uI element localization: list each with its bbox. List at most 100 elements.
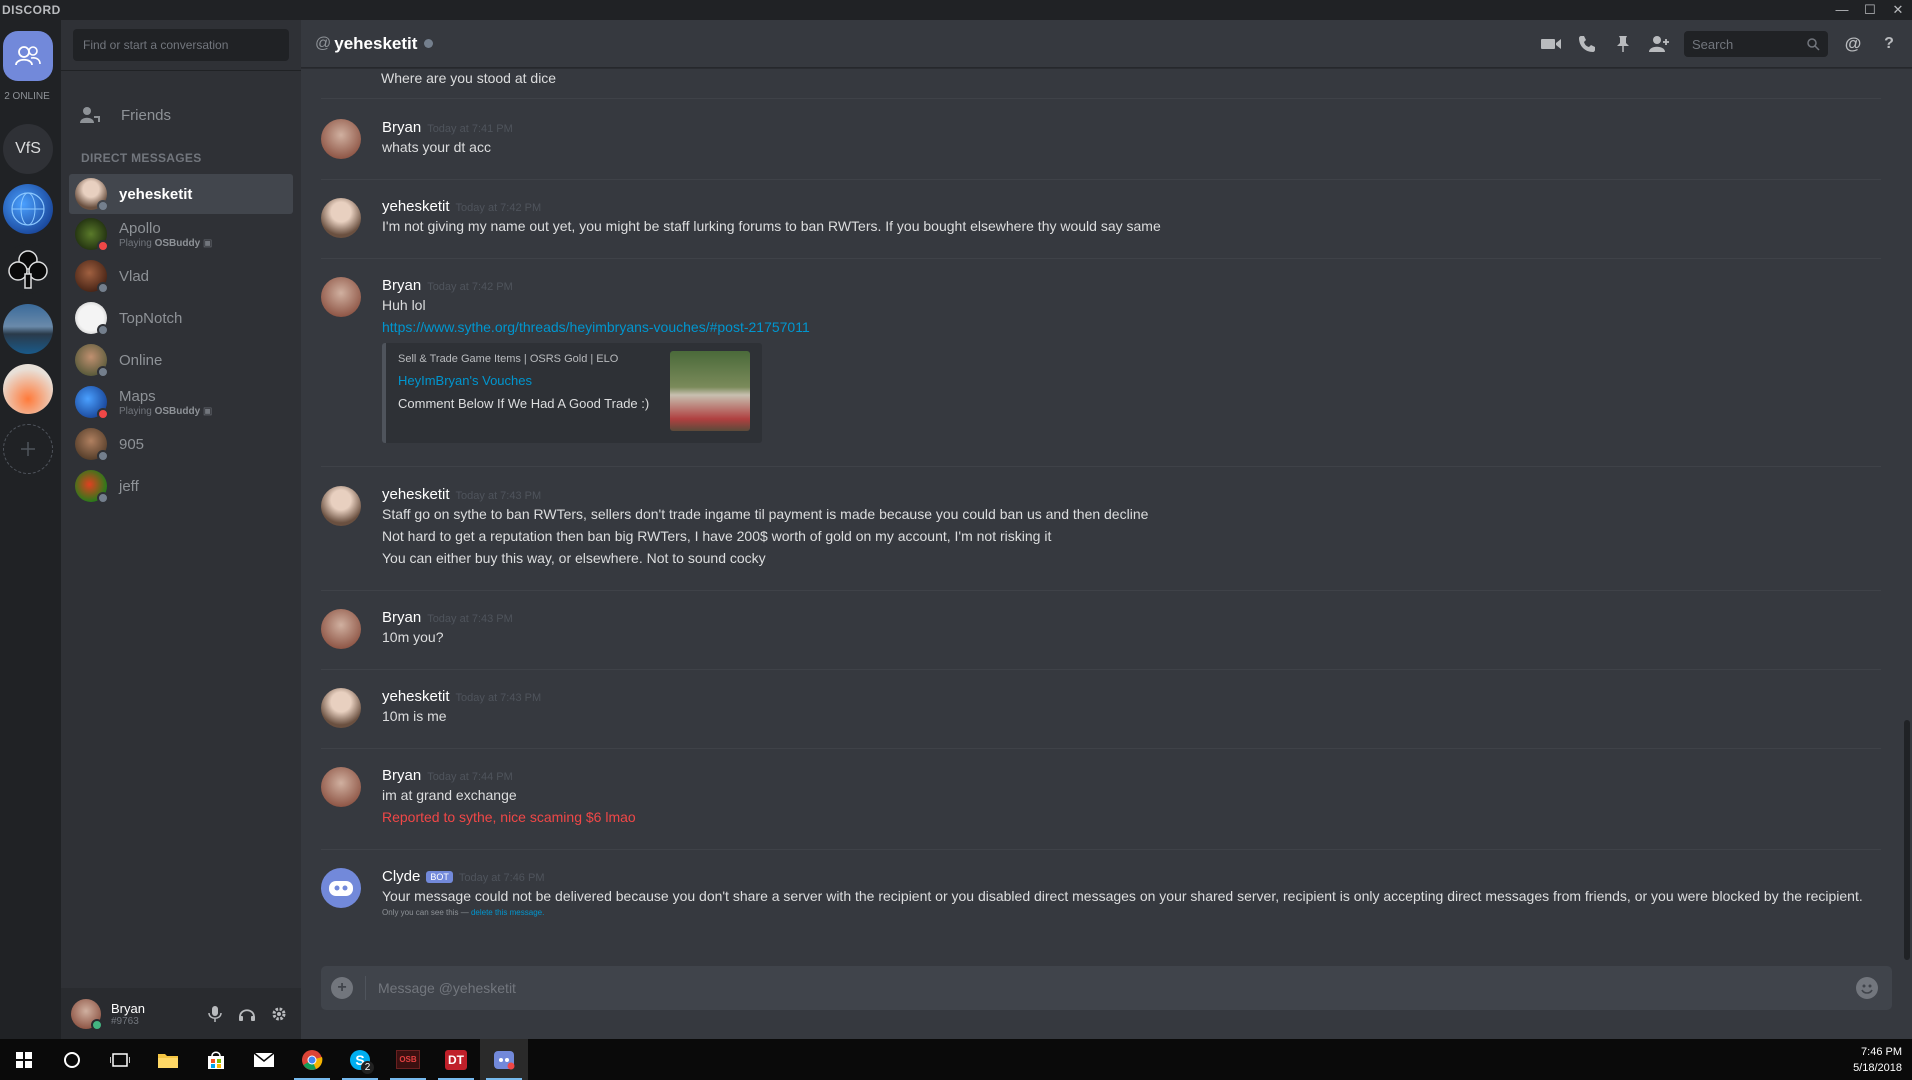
- chat-area: @ yehesketit Search @ ? Where are you st…: [301, 20, 1912, 1039]
- dm-item-topnotch[interactable]: TopNotch: [69, 298, 293, 338]
- message-author[interactable]: Clyde: [382, 868, 420, 885]
- divider: [321, 98, 1881, 99]
- avatar[interactable]: [321, 198, 361, 238]
- store-bag-icon: [208, 1051, 224, 1069]
- avatar: [75, 260, 109, 294]
- message-author[interactable]: Bryan: [382, 609, 421, 626]
- message-timestamp: Today at 7:46 PM: [458, 872, 545, 884]
- status-offline-icon: [97, 324, 109, 336]
- avatar[interactable]: [321, 609, 361, 649]
- divider: [321, 849, 1881, 850]
- user-avatar[interactable]: [71, 998, 103, 1031]
- status-offline-icon: [424, 39, 434, 48]
- video-call-button[interactable]: [1540, 33, 1562, 55]
- search-icon: [1807, 37, 1820, 51]
- clock-date: 5/18/2018: [1853, 1061, 1902, 1074]
- dm-name: Maps: [119, 387, 156, 405]
- avatar[interactable]: [321, 486, 361, 526]
- avatar[interactable]: [321, 119, 361, 159]
- system-clock[interactable]: 7:46 PM 5/18/2018: [1853, 1044, 1912, 1076]
- dm-item-apollo[interactable]: Apollo Playing OSBuddy ▣: [69, 214, 293, 254]
- message-author[interactable]: Bryan: [382, 277, 421, 294]
- mail-button[interactable]: [240, 1039, 288, 1080]
- maximize-button[interactable]: ☐: [1856, 0, 1884, 20]
- message-author[interactable]: yehesketit: [382, 198, 450, 215]
- upload-button[interactable]: +: [331, 977, 353, 999]
- close-button[interactable]: ✕: [1884, 0, 1912, 20]
- scrollbar[interactable]: [1904, 720, 1910, 960]
- home-button[interactable]: [3, 31, 53, 81]
- osbuddy-button[interactable]: OSB: [384, 1039, 432, 1080]
- friends-link[interactable]: Friends: [69, 94, 293, 136]
- deafen-button[interactable]: [237, 1004, 257, 1024]
- dm-item-jeff[interactable]: jeff: [69, 466, 293, 506]
- at-icon: @: [315, 34, 332, 52]
- mentions-button[interactable]: @: [1842, 33, 1864, 55]
- search-placeholder: Search: [1692, 36, 1734, 52]
- dm-item-vlad[interactable]: Vlad: [69, 256, 293, 296]
- message-author[interactable]: Bryan: [382, 767, 421, 784]
- pinned-messages-button[interactable]: [1612, 33, 1634, 55]
- dm-search-input[interactable]: Find or start a conversation: [73, 29, 289, 61]
- guild-vfs[interactable]: VfS: [3, 124, 53, 174]
- status-dnd-icon: [97, 240, 109, 252]
- status-offline-icon: [97, 492, 109, 504]
- message-author[interactable]: Bryan: [382, 119, 421, 136]
- avatar: [75, 386, 109, 420]
- message-author[interactable]: yehesketit: [382, 486, 450, 503]
- dm-name: TopNotch: [119, 309, 183, 327]
- avatar[interactable]: [321, 277, 361, 317]
- minimize-button[interactable]: —: [1828, 0, 1856, 20]
- guild-clubs[interactable]: [3, 244, 53, 294]
- avatar: [75, 218, 109, 252]
- file-explorer-button[interactable]: [144, 1039, 192, 1080]
- dt-app-button[interactable]: DT: [432, 1039, 480, 1080]
- divider: [321, 179, 1881, 180]
- task-view-button[interactable]: [96, 1039, 144, 1080]
- dm-item-905[interactable]: 905: [69, 424, 293, 464]
- guild-rajupatel[interactable]: [3, 364, 53, 414]
- start-button[interactable]: [0, 1039, 48, 1080]
- message-input[interactable]: Message @yehesketit: [378, 980, 516, 996]
- mute-button[interactable]: [205, 1004, 225, 1024]
- avatar: [75, 470, 109, 504]
- avatar[interactable]: [321, 767, 361, 807]
- user-settings-button[interactable]: [269, 1004, 289, 1024]
- status-online-icon: [91, 1018, 103, 1031]
- chrome-icon: [302, 1049, 323, 1070]
- store-button[interactable]: [192, 1039, 240, 1080]
- message-text: Huh lol: [382, 297, 426, 313]
- microphone-icon: [208, 1005, 222, 1022]
- message-link[interactable]: https://www.sythe.org/threads/heyimbryan…: [382, 319, 810, 335]
- add-friend-to-dm-button[interactable]: [1648, 33, 1670, 55]
- discord-taskbar-button[interactable]: [480, 1039, 528, 1080]
- divider: [321, 590, 1881, 591]
- windows-logo-icon: [16, 1051, 32, 1068]
- cortana-button[interactable]: [48, 1039, 96, 1080]
- skype-button[interactable]: S 2: [336, 1039, 384, 1080]
- embed-thumbnail[interactable]: [670, 351, 750, 431]
- divider: [321, 466, 1881, 467]
- avatar[interactable]: [321, 688, 361, 728]
- chrome-button[interactable]: [288, 1039, 336, 1080]
- search-input[interactable]: Search: [1684, 31, 1828, 57]
- friends-icon: [15, 46, 41, 66]
- delete-message-link[interactable]: delete this message.: [471, 908, 544, 917]
- dm-item-yehesketit[interactable]: yehesketit: [69, 174, 293, 214]
- message-author[interactable]: yehesketit: [382, 688, 450, 705]
- voice-call-button[interactable]: [1576, 33, 1598, 55]
- dm-item-maps[interactable]: Maps Playing OSBuddy ▣: [69, 382, 293, 422]
- add-server-button[interactable]: [3, 424, 53, 474]
- emoji-picker-button[interactable]: [1856, 977, 1878, 999]
- user-tag: #9763: [111, 1015, 139, 1027]
- message-text: Your message could not be delivered beca…: [382, 888, 1863, 904]
- dm-item-online[interactable]: Online: [69, 340, 293, 380]
- clyde-avatar[interactable]: [321, 868, 361, 908]
- guild-landscape[interactable]: [3, 304, 53, 354]
- help-button[interactable]: ?: [1878, 33, 1900, 55]
- dm-panel: Find or start a conversation Friends DIR…: [61, 20, 301, 1039]
- dm-name: yehesketit: [119, 185, 193, 203]
- osbuddy-icon: OSB: [396, 1050, 420, 1069]
- guild-maps[interactable]: [3, 184, 53, 234]
- message-text: Where are you stood at dice: [381, 70, 557, 86]
